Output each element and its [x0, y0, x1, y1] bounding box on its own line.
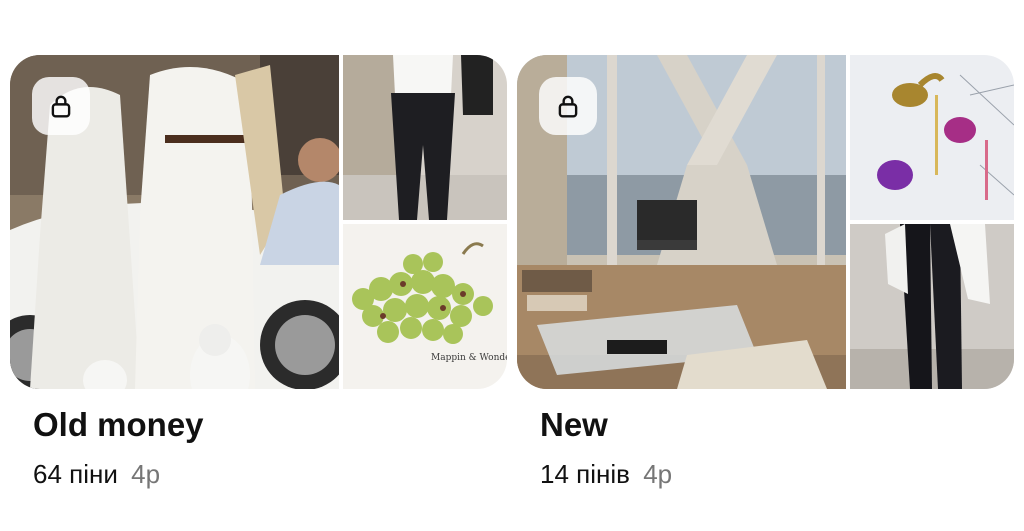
- board-cover-image-bottom: [850, 224, 1014, 389]
- lock-badge: [539, 77, 597, 135]
- board-card-old-money[interactable]: Mappin & Wonderful Old money 64 піни 4р: [10, 55, 507, 494]
- board-cover-collage[interactable]: [517, 55, 1014, 389]
- board-cover-image-top: [850, 55, 1014, 220]
- board-cover-collage[interactable]: Mappin & Wonderful: [10, 55, 507, 389]
- board-age: 4р: [643, 459, 673, 489]
- pin-count: 64 піни: [33, 459, 118, 489]
- board-card-new[interactable]: New 14 пінів 4р: [517, 55, 1014, 494]
- board-age: 4р: [131, 459, 161, 489]
- board-meta: 64 піни 4р: [33, 454, 507, 494]
- board-meta: 14 пінів 4р: [540, 454, 1014, 494]
- pin-count: 14 пінів: [540, 459, 630, 489]
- board-title[interactable]: New: [540, 401, 1014, 449]
- lock-icon: [558, 95, 578, 118]
- lock-icon: [51, 95, 71, 118]
- board-title[interactable]: Old money: [33, 401, 507, 449]
- thumbnail-caption: Mappin & Wonderful: [431, 353, 507, 363]
- board-cover-image-bottom: Mappin & Wonderful: [343, 224, 507, 389]
- lock-badge: [32, 77, 90, 135]
- board-cover-image-top: [343, 55, 507, 220]
- boards-grid: Mappin & Wonderful Old money 64 піни 4р: [0, 0, 1024, 531]
